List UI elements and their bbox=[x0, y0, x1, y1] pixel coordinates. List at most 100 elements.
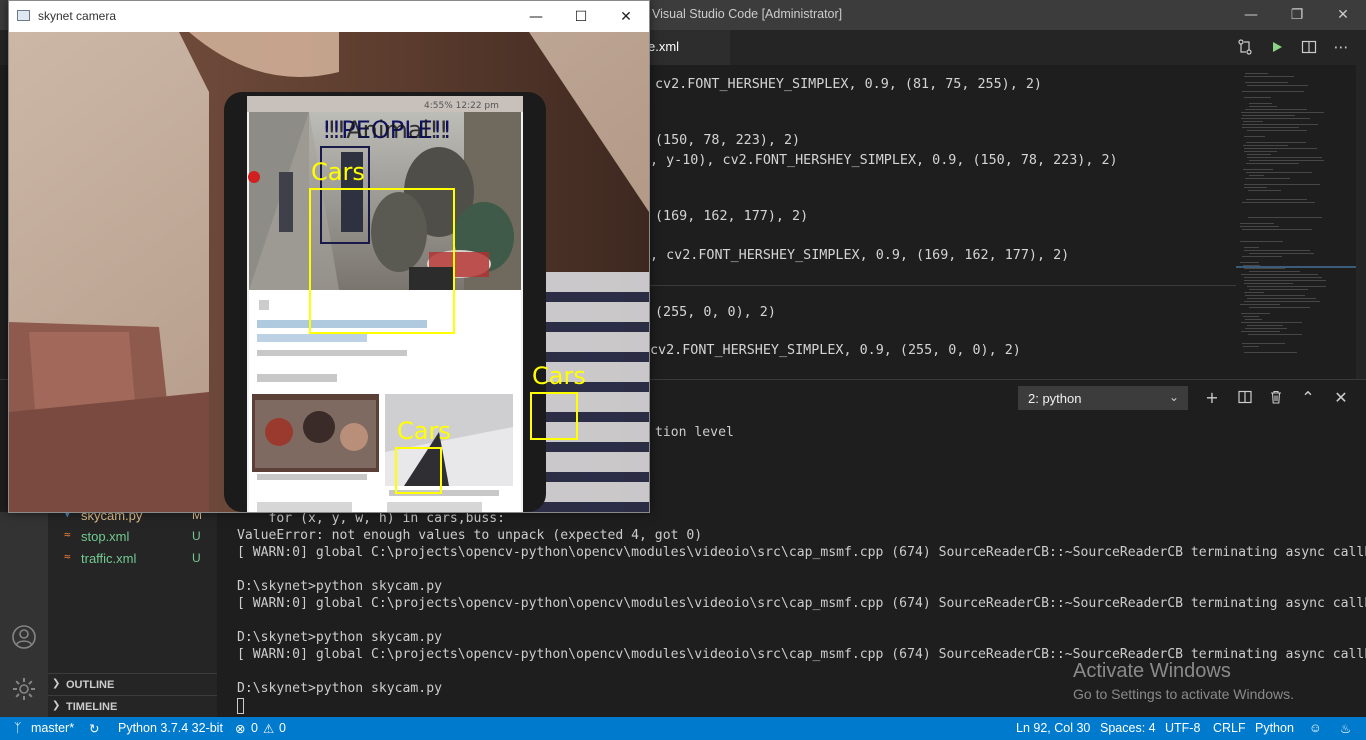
code-line: , y-10), cv2.FONT_HERSHEY_SIMPLEX, 0.9, … bbox=[650, 153, 1118, 168]
split-editor-icon[interactable] bbox=[1298, 36, 1320, 58]
maximize-panel-icon[interactable]: ⌃ bbox=[1297, 386, 1319, 408]
cursor-position[interactable]: Ln 92, Col 30 bbox=[1016, 721, 1090, 735]
minimap-line bbox=[1242, 124, 1318, 126]
activate-windows-watermark: Activate Windows Go to Settings to activ… bbox=[1073, 660, 1294, 702]
file-name: traffic.xml bbox=[81, 551, 137, 566]
python-interpreter[interactable]: Python 3.7.4 32-bit bbox=[118, 721, 223, 735]
minimap-cursor-marker bbox=[1236, 266, 1366, 268]
minimize-button[interactable]: — bbox=[1228, 0, 1274, 30]
minimap-line bbox=[1242, 91, 1304, 93]
animal-label: !!Animal!! bbox=[327, 116, 449, 144]
trash-icon[interactable] bbox=[1265, 386, 1287, 408]
camera-maximize-button[interactable]: ☐ bbox=[558, 1, 604, 32]
minimap-line bbox=[1249, 175, 1264, 177]
minimap-line bbox=[1244, 301, 1320, 303]
file-item-traffic[interactable]: ≈ traffic.xml U bbox=[48, 548, 217, 570]
close-panel-icon[interactable]: ✕ bbox=[1330, 386, 1352, 408]
file-item-stop[interactable]: ≈ stop.xml U bbox=[48, 526, 217, 548]
code-line: (255, 0, 0), 2) bbox=[655, 305, 776, 320]
camera-window[interactable]: skynet camera — ☐ ✕ 4:55% 12:22 pm !!PEO… bbox=[8, 0, 650, 513]
encoding[interactable]: UTF-8 bbox=[1165, 721, 1200, 735]
sync-icon[interactable]: ↻ bbox=[89, 721, 99, 736]
section-label: TIMELINE bbox=[66, 701, 118, 713]
minimap-line bbox=[1243, 346, 1259, 348]
minimap-line bbox=[1244, 250, 1310, 252]
minimap-line bbox=[1246, 142, 1306, 144]
minimap-line bbox=[1245, 82, 1288, 84]
terminal-line: tion level bbox=[655, 425, 734, 440]
terminal-select[interactable]: 2: python ⌄ bbox=[1018, 386, 1188, 410]
minimap-line bbox=[1241, 112, 1324, 114]
indentation[interactable]: Spaces: 4 bbox=[1100, 721, 1156, 735]
warning-icon[interactable]: ⚠ bbox=[263, 721, 274, 736]
minimap-line bbox=[1243, 145, 1288, 147]
close-button[interactable]: ✕ bbox=[1320, 0, 1366, 30]
git-branch[interactable]: master* bbox=[31, 721, 74, 735]
timeline-section[interactable]: ❯ TIMELINE bbox=[48, 695, 217, 717]
minimap-line bbox=[1249, 307, 1310, 309]
minimap-line bbox=[1241, 118, 1310, 120]
minimap-line bbox=[1242, 229, 1312, 231]
file-name: stop.xml bbox=[81, 529, 130, 544]
terminal-line: D:\skynet>python skycam.py bbox=[237, 681, 442, 696]
feedback-icon[interactable]: ☺ bbox=[1309, 721, 1322, 735]
restore-button[interactable]: ❐ bbox=[1274, 0, 1320, 30]
minimap-line bbox=[1244, 277, 1322, 279]
minimap-line bbox=[1241, 274, 1318, 276]
minimap[interactable] bbox=[1236, 65, 1356, 379]
minimap-line bbox=[1244, 136, 1265, 138]
outline-section[interactable]: ❯ OUTLINE bbox=[48, 673, 217, 695]
terminal-line: [ WARN:0] global C:\projects\opencv-pyth… bbox=[237, 596, 1366, 611]
language-mode[interactable]: Python bbox=[1255, 721, 1294, 735]
minimap-line bbox=[1249, 106, 1277, 108]
chevron-down-icon: ⌄ bbox=[1169, 390, 1180, 404]
minimap-line bbox=[1242, 343, 1285, 345]
camera-titlebar[interactable]: skynet camera — ☐ ✕ bbox=[9, 1, 649, 32]
branch-icon[interactable]: ᛉ bbox=[14, 721, 22, 735]
status-bar: ᛉ master* ↻ Python 3.7.4 32-bit ⊗ 0 ⚠ 0 … bbox=[0, 717, 1366, 740]
minimap-line bbox=[1242, 115, 1295, 117]
minimap-line bbox=[1243, 121, 1263, 123]
code-line: (150, 78, 223), 2) bbox=[655, 133, 801, 148]
warning-count[interactable]: 0 bbox=[279, 721, 286, 735]
minimap-line bbox=[1248, 217, 1322, 219]
minimap-line bbox=[1244, 247, 1259, 249]
settings-gear-icon[interactable] bbox=[10, 675, 38, 703]
error-icon[interactable]: ⊗ bbox=[235, 721, 245, 736]
code-line: cv2.FONT_HERSHEY_SIMPLEX, 0.9, (81, 75, … bbox=[655, 77, 1042, 92]
minimap-line bbox=[1241, 331, 1280, 333]
minimap-line bbox=[1246, 163, 1299, 165]
editor-scrollbar[interactable] bbox=[1356, 65, 1366, 379]
minimap-line bbox=[1249, 103, 1272, 105]
minimap-line bbox=[1240, 262, 1259, 264]
error-count[interactable]: 0 bbox=[251, 721, 258, 735]
minimap-line bbox=[1240, 223, 1274, 225]
terminal-line: D:\skynet>python skycam.py bbox=[237, 579, 442, 594]
minimap-line bbox=[1242, 256, 1282, 258]
notifications-bell-icon[interactable]: ♨ bbox=[1340, 721, 1351, 736]
camera-minimize-button[interactable]: — bbox=[513, 1, 559, 32]
minimap-line bbox=[1249, 160, 1324, 162]
minimap-line bbox=[1246, 199, 1307, 201]
minimap-line bbox=[1248, 190, 1281, 192]
minimap-line bbox=[1246, 172, 1312, 174]
split-terminal-icon[interactable] bbox=[1234, 386, 1256, 408]
terminal-line: ValueError: not enough values to unpack … bbox=[237, 528, 703, 543]
camera-frame: 4:55% 12:22 pm !!PEOPLE!! !!Animal!! Car… bbox=[9, 32, 649, 512]
camera-close-button[interactable]: ✕ bbox=[603, 1, 649, 32]
window-app-icon bbox=[17, 10, 30, 21]
account-icon[interactable] bbox=[10, 623, 38, 651]
new-terminal-icon[interactable]: + bbox=[1201, 386, 1223, 408]
code-line: cv2.FONT_HERSHEY_SIMPLEX, 0.9, (255, 0, … bbox=[650, 343, 1021, 358]
more-actions-icon[interactable]: ⋯ bbox=[1330, 36, 1352, 58]
minimap-line bbox=[1244, 268, 1285, 270]
run-icon[interactable] bbox=[1266, 36, 1288, 58]
compare-changes-icon[interactable] bbox=[1234, 36, 1256, 58]
minimap-line bbox=[1240, 241, 1283, 243]
minimap-line bbox=[1247, 157, 1322, 159]
end-of-line[interactable]: CRLF bbox=[1213, 721, 1246, 735]
minimap-line bbox=[1244, 148, 1317, 150]
camera-feed: 4:55% 12:22 pm !!PEOPLE!! !!Animal!! Car… bbox=[9, 32, 649, 512]
git-status-badge: U bbox=[192, 529, 201, 543]
minimap-line bbox=[1244, 283, 1293, 285]
